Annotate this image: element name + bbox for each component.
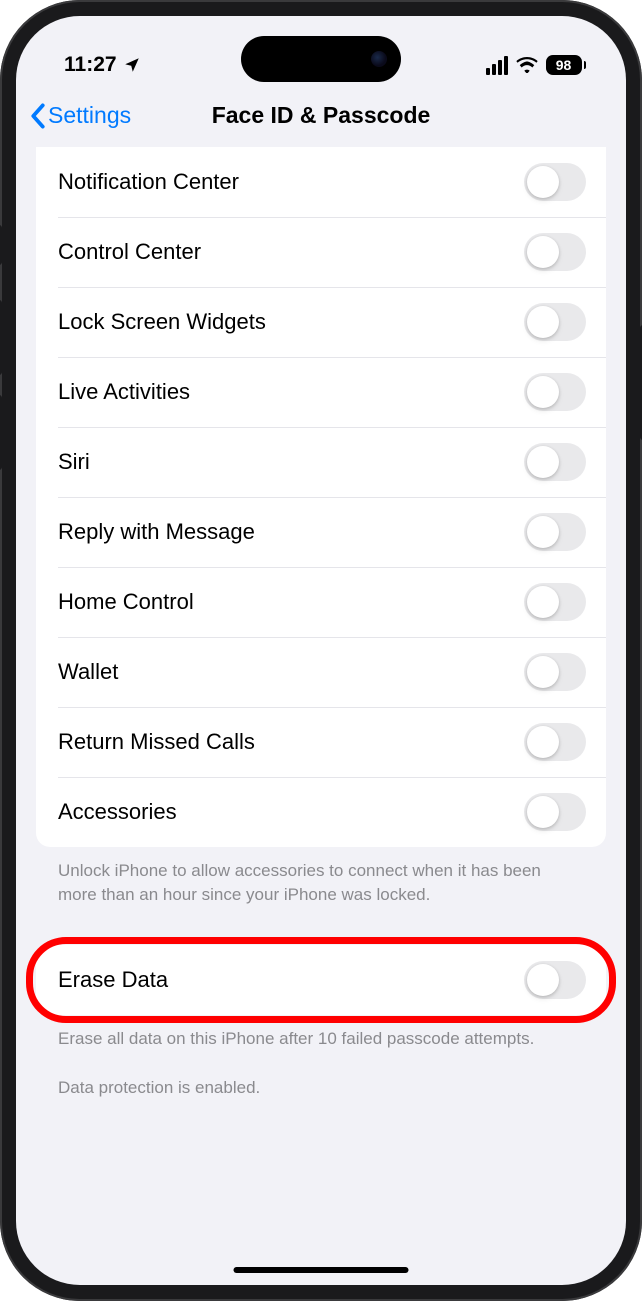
cellular-signal-icon <box>486 56 508 75</box>
erase-data-footer-text: Erase all data on this iPhone after 10 f… <box>36 1015 606 1051</box>
row-return-missed-calls[interactable]: Return Missed Calls <box>36 707 606 777</box>
erase-data-group: Erase Data <box>36 945 606 1015</box>
navigation-bar: Settings Face ID & Passcode <box>16 86 626 147</box>
row-live-activities[interactable]: Live Activities <box>36 357 606 427</box>
label: Wallet <box>58 659 118 685</box>
page-title: Face ID & Passcode <box>212 102 431 129</box>
label: Return Missed Calls <box>58 729 255 755</box>
label: Notification Center <box>58 169 239 195</box>
label: Accessories <box>58 799 177 825</box>
toggle-switch[interactable] <box>524 793 586 831</box>
front-camera-icon <box>371 51 387 67</box>
volume-up-button <box>0 300 2 375</box>
row-home-control[interactable]: Home Control <box>36 567 606 637</box>
home-indicator[interactable] <box>234 1267 409 1273</box>
label: Siri <box>58 449 90 475</box>
settings-list-group: Notification Center Control Center Lock … <box>36 147 606 847</box>
label: Live Activities <box>58 379 190 405</box>
row-lock-screen-widgets[interactable]: Lock Screen Widgets <box>36 287 606 357</box>
row-wallet[interactable]: Wallet <box>36 637 606 707</box>
data-protection-footer-text: Data protection is enabled. <box>36 1064 606 1100</box>
toggle-switch[interactable] <box>524 723 586 761</box>
status-time: 11:27 <box>64 53 117 77</box>
toggle-switch[interactable] <box>524 653 586 691</box>
label: Home Control <box>58 589 194 615</box>
row-notification-center[interactable]: Notification Center <box>36 147 606 217</box>
label: Control Center <box>58 239 201 265</box>
label: Erase Data <box>58 967 168 993</box>
accessories-footer-text: Unlock iPhone to allow accessories to co… <box>36 847 606 907</box>
row-reply-with-message[interactable]: Reply with Message <box>36 497 606 567</box>
battery-icon: 98 <box>546 55 587 75</box>
toggle-switch[interactable] <box>524 513 586 551</box>
row-control-center[interactable]: Control Center <box>36 217 606 287</box>
toggle-switch[interactable] <box>524 163 586 201</box>
label: Reply with Message <box>58 519 255 545</box>
toggle-switch[interactable] <box>524 233 586 271</box>
row-accessories[interactable]: Accessories <box>36 777 606 847</box>
wifi-icon <box>516 57 538 73</box>
back-label: Settings <box>48 102 131 129</box>
toggle-switch[interactable] <box>524 443 586 481</box>
label: Lock Screen Widgets <box>58 309 266 335</box>
row-erase-data[interactable]: Erase Data <box>36 945 606 1015</box>
back-button[interactable]: Settings <box>30 102 131 129</box>
location-arrow-icon <box>123 56 141 74</box>
chevron-left-icon <box>30 103 46 129</box>
toggle-switch[interactable] <box>524 373 586 411</box>
battery-percent: 98 <box>556 57 572 73</box>
volume-down-button <box>0 395 2 470</box>
toggle-switch[interactable] <box>524 583 586 621</box>
side-button <box>0 225 2 265</box>
dynamic-island <box>241 36 401 82</box>
toggle-switch[interactable] <box>524 961 586 999</box>
screen: 11:27 98 Setti <box>16 16 626 1285</box>
toggle-switch[interactable] <box>524 303 586 341</box>
iphone-frame: 11:27 98 Setti <box>0 0 642 1301</box>
row-siri[interactable]: Siri <box>36 427 606 497</box>
